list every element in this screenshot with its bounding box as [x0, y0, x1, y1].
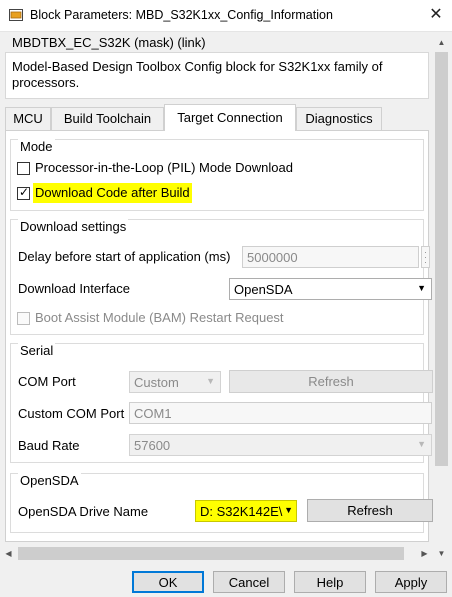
- help-button[interactable]: Help: [294, 571, 366, 593]
- mask-title: MBDTBX_EC_S32K (mask) (link): [12, 35, 206, 50]
- horizontal-scrollbar[interactable]: ◀ ▶: [0, 545, 433, 562]
- tab-build-toolchain[interactable]: Build Toolchain: [51, 107, 164, 130]
- ok-button[interactable]: OK: [132, 571, 204, 593]
- com-refresh-button[interactable]: Refresh: [229, 370, 433, 393]
- close-icon: ✕: [429, 6, 443, 23]
- chevron-down-icon: ▼: [417, 283, 426, 293]
- delay-label: Delay before start of application (ms): [18, 249, 231, 264]
- chevron-down-icon: ▼: [417, 439, 426, 449]
- more-dots-icon: · · ·: [424, 247, 427, 267]
- baud-rate-select[interactable]: 57600 ▼: [129, 434, 432, 456]
- chevron-down-icon: ▼: [284, 505, 293, 515]
- scroll-up-icon[interactable]: ▲: [433, 34, 450, 51]
- vertical-scrollbar[interactable]: ▲ ▼: [433, 34, 450, 562]
- custom-com-port-label: Custom COM Port: [18, 406, 125, 421]
- delay-input-handle[interactable]: · · ·: [421, 246, 430, 268]
- mode-group: Mode Processor-in-the-Loop (PIL) Mode Do…: [10, 139, 424, 211]
- scroll-left-icon[interactable]: ◀: [0, 545, 17, 562]
- com-port-select[interactable]: Custom ▼: [129, 371, 221, 393]
- bam-checkbox[interactable]: [17, 312, 30, 325]
- horizontal-scroll-thumb[interactable]: [18, 547, 404, 560]
- opensda-drive-label: OpenSDA Drive Name: [18, 504, 149, 519]
- opensda-group-title: OpenSDA: [18, 473, 81, 488]
- tab-diagnostics[interactable]: Diagnostics: [296, 107, 382, 130]
- opensda-drive-value: D: S32K142E\: [200, 504, 283, 519]
- description-text: Model-Based Design Toolbox Config block …: [12, 59, 383, 90]
- delay-input[interactable]: 5000000: [242, 246, 419, 268]
- scroll-right-icon[interactable]: ▶: [416, 545, 433, 562]
- opensda-group: OpenSDA OpenSDA Drive Name D: S32K142E\ …: [10, 473, 433, 533]
- download-code-checkbox[interactable]: [17, 185, 30, 200]
- com-port-label: COM Port: [18, 374, 76, 389]
- title-bar: Block Parameters: MBD_S32K1xx_Config_Inf…: [0, 0, 452, 32]
- download-settings-title: Download settings: [18, 219, 129, 234]
- window-title: Block Parameters: MBD_S32K1xx_Config_Inf…: [30, 8, 333, 22]
- pil-checkbox[interactable]: [17, 162, 30, 175]
- apply-button[interactable]: Apply: [375, 571, 447, 593]
- tab-target-connection[interactable]: Target Connection: [164, 104, 296, 131]
- download-settings-group: Download settings Delay before start of …: [10, 219, 432, 335]
- mode-group-title: Mode: [18, 139, 55, 154]
- vertical-scroll-thumb[interactable]: [435, 52, 448, 466]
- baud-rate-label: Baud Rate: [18, 438, 80, 453]
- description-panel: Model-Based Design Toolbox Config block …: [5, 52, 429, 99]
- chevron-down-icon: ▼: [206, 376, 215, 386]
- scroll-down-icon[interactable]: ▼: [433, 545, 450, 562]
- opensda-refresh-button[interactable]: Refresh: [307, 499, 433, 522]
- cancel-button[interactable]: Cancel: [213, 571, 285, 593]
- download-interface-select[interactable]: OpenSDA ▼: [229, 278, 432, 300]
- close-button[interactable]: ✕: [420, 0, 452, 32]
- bam-label: Boot Assist Module (BAM) Restart Request: [35, 310, 284, 325]
- download-interface-value: OpenSDA: [234, 282, 293, 297]
- simulink-block-icon: [9, 9, 23, 21]
- com-port-value: Custom: [134, 375, 179, 390]
- opensda-drive-select[interactable]: D: S32K142E\ ▼: [195, 500, 297, 522]
- serial-group-title: Serial: [18, 343, 56, 358]
- custom-com-port-input[interactable]: COM1: [129, 402, 432, 424]
- pil-label: Processor-in-the-Loop (PIL) Mode Downloa…: [35, 160, 293, 175]
- tab-mcu[interactable]: MCU: [5, 107, 51, 130]
- download-interface-label: Download Interface: [18, 281, 131, 296]
- baud-rate-value: 57600: [134, 438, 171, 453]
- serial-group: Serial COM Port Custom ▼ Refresh Custom …: [10, 343, 433, 463]
- download-code-label: Download Code after Build: [33, 183, 192, 203]
